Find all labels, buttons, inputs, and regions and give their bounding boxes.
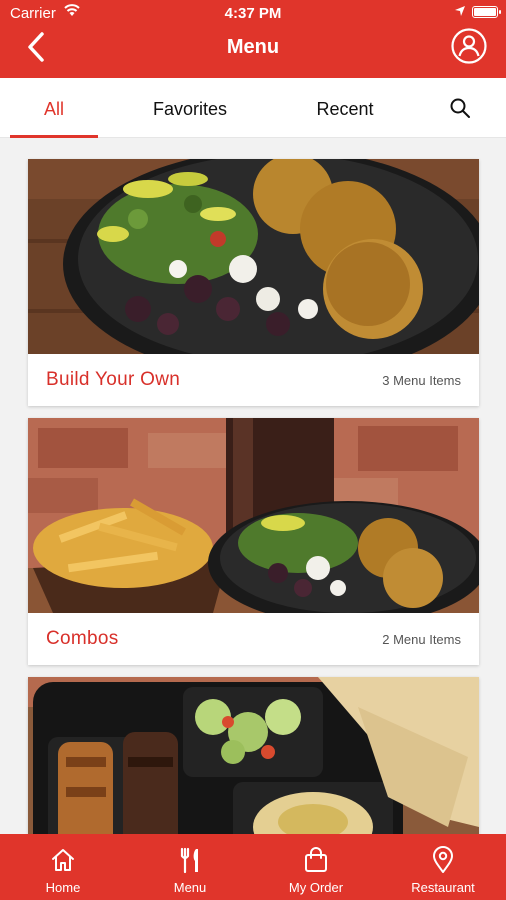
filter-tabs: All Favorites Recent: [0, 78, 506, 138]
category-card-build-your-own[interactable]: Build Your Own 3 Menu Items: [28, 159, 479, 406]
category-item-count: 3 Menu Items: [382, 373, 461, 388]
battery-icon: [472, 6, 501, 18]
nav-home-label: Home: [45, 880, 81, 895]
category-name: Build Your Own: [46, 369, 181, 390]
bottom-nav: Home Menu My Order Restaurant: [0, 834, 506, 900]
search-icon[interactable]: [448, 96, 472, 120]
nav-my-order-label: My Order: [288, 880, 344, 895]
nav-menu[interactable]: Menu: [140, 834, 240, 900]
app-header: Carrier 4:37 PM Menu: [0, 0, 506, 78]
fork-knife-icon: [180, 847, 198, 874]
nav-home[interactable]: Home: [13, 834, 113, 900]
nav-restaurant[interactable]: Restaurant: [393, 834, 493, 900]
category-card-combos[interactable]: Combos 2 Menu Items: [28, 418, 479, 665]
build-your-own-photo: [28, 159, 479, 354]
home-icon: [52, 849, 74, 871]
nav-my-order[interactable]: My Order: [266, 834, 366, 900]
combos-photo: [28, 418, 479, 613]
tab-all[interactable]: All: [10, 78, 98, 138]
location-arrow-icon: [455, 6, 465, 16]
platter-photo: [28, 677, 479, 834]
bag-icon: [305, 847, 327, 872]
category-name: Combos: [46, 628, 119, 649]
nav-menu-label: Menu: [173, 880, 207, 895]
tab-recent[interactable]: Recent: [290, 78, 400, 138]
category-item-count: 2 Menu Items: [382, 632, 461, 647]
profile-icon[interactable]: [450, 27, 488, 65]
nav-restaurant-label: Restaurant: [411, 880, 475, 895]
page-title: Menu: [226, 36, 280, 58]
category-card-platters[interactable]: [28, 677, 479, 834]
location-pin-icon: [433, 846, 453, 873]
status-bar: Carrier 4:37 PM: [0, 0, 506, 26]
clock: 4:37 PM: [224, 5, 282, 22]
tab-favorites[interactable]: Favorites: [130, 78, 250, 138]
category-list: Build Your Own 3 Menu Items Combos 2 Men…: [0, 138, 506, 834]
